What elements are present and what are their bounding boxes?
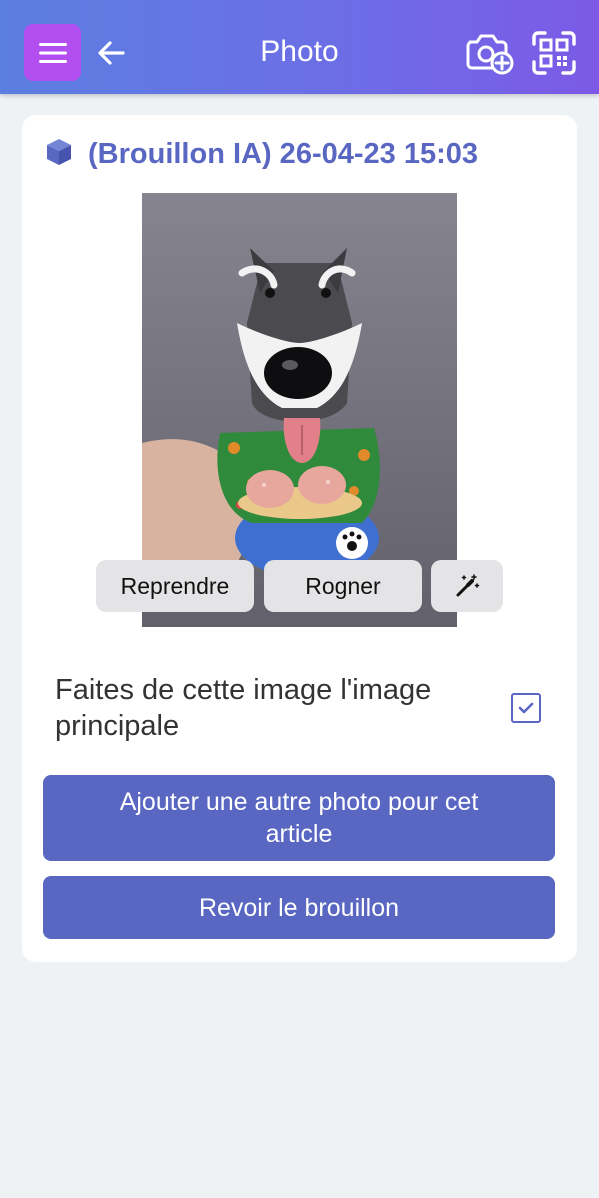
main-image-label: Faites de cette image l'image principale (55, 674, 432, 742)
menu-button[interactable] (24, 24, 81, 81)
arrow-left-icon (98, 41, 125, 65)
scan-button[interactable] (530, 30, 578, 76)
retake-button[interactable]: Reprendre (96, 560, 254, 612)
add-another-photo-button[interactable]: Ajouter une autre photo pour cet article (43, 775, 555, 861)
qr-scan-icon (532, 31, 576, 75)
box-icon (47, 139, 71, 165)
check-icon (518, 702, 534, 714)
add-photo-camera-button[interactable] (464, 30, 514, 76)
photo-card: (Brouillon IA) 26-04-23 15:03 Reprendre … (22, 115, 577, 962)
hamburger-menu-icon (38, 42, 67, 63)
camera-add-icon (466, 34, 514, 75)
app-header: Photo (0, 0, 599, 94)
magic-enhance-button[interactable] (431, 560, 503, 612)
crop-button[interactable]: Rogner (264, 560, 422, 612)
page-title: Photo (260, 35, 339, 68)
main-image-checkbox[interactable] (511, 693, 541, 723)
review-draft-button[interactable]: Revoir le brouillon (43, 876, 555, 939)
draft-title: (Brouillon IA) 26-04-23 15:03 (88, 138, 478, 170)
back-button[interactable] (92, 32, 130, 74)
magic-wand-icon (456, 574, 480, 597)
